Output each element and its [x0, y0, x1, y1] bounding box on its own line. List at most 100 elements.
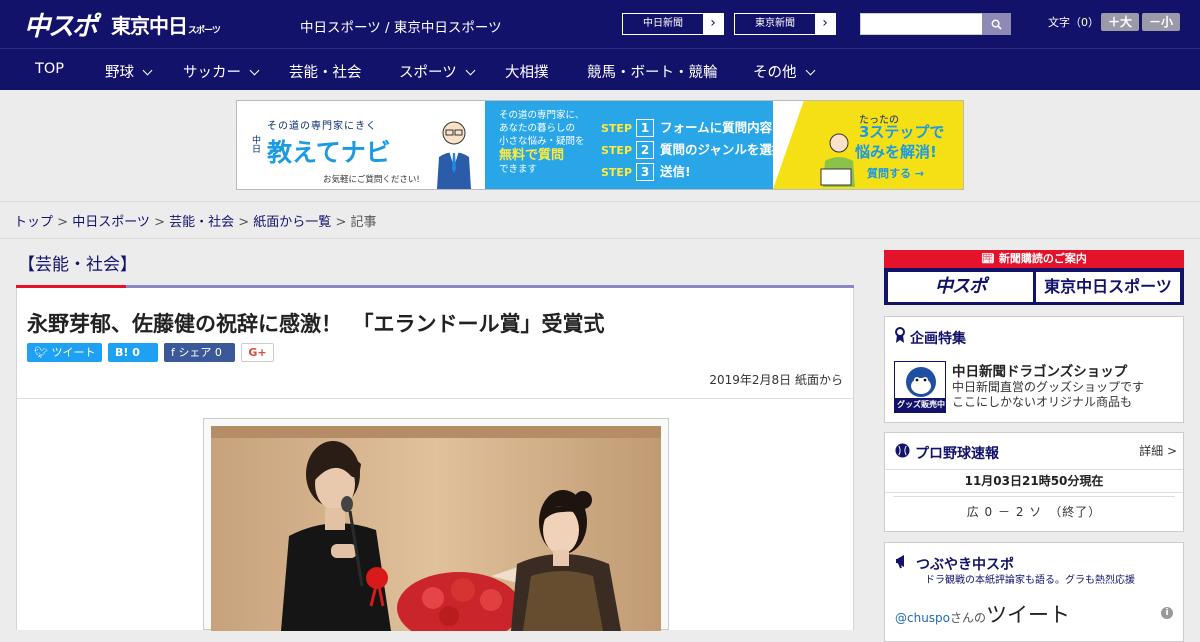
breadcrumb-current: 記事 [350, 215, 377, 230]
chevron-right-icon: › [710, 15, 716, 31]
tweet-subtitle: ドラ観戦の本紙評論家も語る。グラも熱烈応援 [925, 575, 1135, 586]
game-score[interactable]: 広 0 － 2 ソ （終了） [885, 503, 1183, 520]
banner-description: その道の専門家に、 あなたの暮らしの 小さな悩み・疑問を 無料で質問 できます [485, 101, 595, 189]
breadcrumb-link-top[interactable]: トップ [14, 215, 53, 230]
tweet-san: さんの [950, 611, 987, 625]
nav-item-other[interactable]: その他 [753, 61, 815, 82]
nav-label: 芸能・社会 [289, 65, 362, 81]
search-icon [991, 19, 1002, 30]
advisor-illustration [437, 121, 471, 189]
tokyo-shimbun-label: 東京新聞 [735, 14, 815, 34]
step-word: STEP [601, 166, 633, 179]
banner-right-big1: 3ステップで [859, 123, 945, 141]
tweet-handle-link[interactable]: @chuspo [895, 611, 950, 625]
step-number: 1 [636, 119, 655, 137]
ad-banner-oshiete-navi[interactable]: その道の専門家にきく 中日 教えてナビ お気軽にご質問ください! その道の専門家… [236, 100, 964, 190]
article-card: 永野芽郁、佐藤健の祝辞に感激！ 「エランドール賞」受賞式 🐦︎ ツイート B! … [16, 288, 854, 631]
nav-item-top[interactable]: TOP [35, 61, 64, 77]
subscription-box: 📰︎ 新聞購読のご案内 中スポ 東京中日スポーツ [884, 250, 1184, 305]
banner-brand-prefix: 中日 [250, 135, 260, 153]
shop-desc-line: 中日新聞直営のグッズショップです [952, 380, 1145, 394]
banner-step-1: STEP 1 フォームに質問内容を入力 [601, 117, 810, 137]
nav-item-racing[interactable]: 競馬・ボート・競輪 [587, 61, 718, 82]
baseball-detail-link[interactable]: 詳細 > [1139, 442, 1177, 459]
article-photo[interactable] [211, 426, 661, 631]
banner-brand: 教えてナビ [267, 138, 391, 167]
tokyo-logo-text: 東京中日 [111, 14, 188, 38]
banner-cta[interactable]: 質問する → [867, 165, 924, 181]
facebook-share-button[interactable]: f シェア 0 [164, 343, 235, 362]
banner-tagline: お気軽にご質問ください! [323, 175, 420, 185]
newspaper-icon: 📰︎ [981, 252, 999, 265]
shop-desc-line: ここにしかないオリジナル商品も [952, 395, 1133, 409]
tokyo-chunichi-logo[interactable]: 東京中日スポーツ [111, 10, 221, 39]
banner-steps: STEP 1 フォームに質問内容を入力 STEP 2 質問のジャンルを選択 STEP 3 送… [595, 101, 810, 189]
site-title-link[interactable]: 中日スポーツ / 東京中日スポーツ [300, 16, 502, 36]
breadcrumb-link-paper-list[interactable]: 紙面から一覧 [253, 215, 331, 230]
nav-label: サッカー [183, 65, 241, 81]
baseball-score-box: プロ野球速報 詳細 > 11月03日21時50分現在 広 0 － 2 ソ （終了… [884, 432, 1184, 532]
baseball-title: プロ野球速報 [895, 443, 999, 463]
nav-item-entertainment[interactable]: 芸能・社会 [289, 61, 362, 82]
chevron-down-icon [249, 65, 260, 76]
subscribe-tokyo-chunichi-button[interactable]: 東京中日スポーツ [1036, 272, 1180, 302]
step-number: 3 [636, 163, 655, 181]
nav-item-sports[interactable]: スポーツ [399, 61, 476, 82]
banner-step-2: STEP 2 質問のジャンルを選択 [601, 139, 784, 159]
banner-line1: その道の専門家にきく [267, 121, 377, 132]
feature-title-text: 企画特集 [910, 331, 966, 347]
nav-label: TOP [35, 61, 65, 77]
step-number: 2 [636, 141, 655, 159]
search-button[interactable] [982, 13, 1011, 35]
article-photo-frame [203, 418, 669, 631]
shop-badge: グッズ販売中 [897, 400, 945, 409]
nav-item-sumo[interactable]: 大相撲 [505, 61, 549, 82]
chevron-down-icon [142, 65, 153, 76]
baseball-title-text: プロ野球速報 [915, 446, 999, 462]
step-text: 質問のジャンルを選択 [660, 142, 785, 157]
chunichi-shimbun-label: 中日新聞 [623, 14, 703, 34]
dragons-shop-description: 中日新聞直営のグッズショップです ここにしかないオリジナル商品も [952, 380, 1144, 410]
google-plus-button[interactable]: G+ [241, 343, 274, 362]
tweet-label: ツイート [51, 346, 96, 359]
font-larger-button[interactable]: ＋大 [1101, 13, 1139, 31]
chuspo-logo[interactable]: 中スポ [24, 6, 98, 43]
tokyo-shimbun-button[interactable]: 東京新聞 › [734, 13, 836, 35]
info-icon[interactable]: i [1161, 607, 1173, 619]
step-text: 送信! [660, 164, 691, 179]
twitter-icon: 🐦︎ [34, 346, 52, 359]
step-word: STEP [601, 122, 633, 135]
nav-label: スポーツ [399, 65, 457, 81]
subscribe-chuspo-button[interactable]: 中スポ [888, 272, 1033, 302]
nav-label: 競馬・ボート・競輪 [587, 65, 718, 81]
tweet-word: ツイート [986, 603, 1071, 627]
search-input[interactable] [860, 13, 984, 35]
breadcrumb-link-chunichi-sports[interactable]: 中日スポーツ [72, 215, 150, 230]
chunichi-shimbun-button[interactable]: 中日新聞 › [622, 13, 724, 35]
article-divider [17, 398, 853, 399]
tweet-embed-header: @chuspoさんのツイート [895, 599, 1070, 629]
dragons-shop-link[interactable]: 中日新聞ドラゴンズショップ [952, 360, 1127, 380]
nav-item-baseball[interactable]: 野球 [105, 61, 153, 82]
banner-step-3: STEP 3 送信! [601, 161, 691, 181]
dragons-shop-thumbnail[interactable]: グッズ販売中 [894, 361, 946, 413]
step-word: STEP [601, 144, 633, 157]
article-date: 2019年2月8日 紙面から [709, 373, 843, 387]
nav-label: 野球 [105, 65, 134, 81]
hatena-bookmark-button[interactable]: B! 0 [108, 343, 158, 362]
score-divider [893, 496, 1175, 497]
subscription-title-text: 新聞購読のご案内 [998, 252, 1087, 265]
nav-label: その他 [753, 65, 797, 81]
breadcrumb-link-entertainment[interactable]: 芸能・社会 [169, 215, 234, 230]
font-smaller-button[interactable]: －小 [1142, 13, 1180, 31]
nav-item-soccer[interactable]: サッカー [183, 61, 260, 82]
tweet-button[interactable]: 🐦︎ ツイート [27, 343, 102, 362]
chevron-down-icon [465, 65, 476, 76]
chevron-down-icon [805, 65, 815, 76]
step-text: フォームに質問内容を入力 [660, 120, 810, 135]
main-nav: TOP 野球 サッカー 芸能・社会 スポーツ 大相撲 競馬・ボート・競輪 その他 [0, 48, 1200, 90]
top-header: 中スポ 東京中日スポーツ 中日スポーツ / 東京中日スポーツ 中日新聞 › 東京… [0, 0, 1200, 48]
baseball-icon [895, 443, 910, 462]
banner-free-highlight: 無料で質問 [499, 148, 565, 163]
font-size-label: 文字（0） [1048, 16, 1099, 29]
